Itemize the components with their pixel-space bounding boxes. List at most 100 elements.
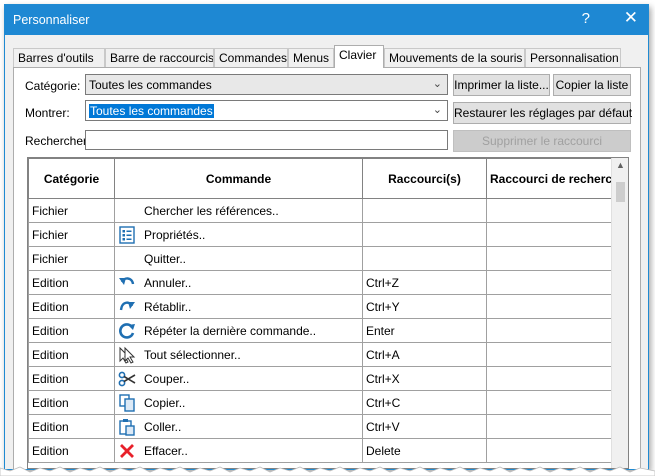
chevron-down-icon: ⌄ <box>432 78 442 90</box>
row-category: Edition <box>28 318 115 343</box>
row-category: Edition <box>28 294 115 319</box>
undo-icon <box>118 274 136 292</box>
table-row[interactable]: Edition Couper.. Ctrl+X <box>28 366 613 391</box>
row-command: Couper.. <box>144 371 190 386</box>
copy-icon <box>118 393 136 412</box>
row-search-shortcut[interactable] <box>486 390 613 415</box>
table-row[interactable]: Fichier Quitter.. <box>28 246 613 271</box>
row-shortcut[interactable]: Enter <box>362 318 487 343</box>
repeat-icon <box>118 322 136 340</box>
row-search-shortcut[interactable] <box>486 342 613 367</box>
row-command: Propriétés.. <box>144 227 206 242</box>
blank-icon <box>118 250 136 268</box>
row-shortcut[interactable]: Ctrl+C <box>362 390 487 415</box>
show-label: Montrer: <box>25 106 70 120</box>
table-row[interactable]: Fichier Chercher les références.. <box>28 198 613 223</box>
row-command: Chercher les références.. <box>144 203 279 218</box>
tab-commands[interactable]: Commandes <box>214 48 288 67</box>
blank-icon <box>118 202 136 220</box>
title-bar: Personnaliser ? ✕ <box>5 5 648 35</box>
header-shortcuts[interactable]: Raccourci(s) <box>362 158 487 199</box>
row-search-shortcut[interactable] <box>486 222 613 247</box>
row-command: Tout sélectionner.. <box>144 347 241 362</box>
table-row[interactable]: Edition Copier.. Ctrl+C <box>28 390 613 415</box>
row-category: Edition <box>28 366 115 391</box>
show-value: Toutes les commandes <box>89 104 214 118</box>
row-shortcut[interactable]: Ctrl+V <box>362 414 487 439</box>
delete-icon <box>118 442 136 460</box>
row-category: Edition <box>28 414 115 439</box>
row-shortcut[interactable]: Ctrl+Z <box>362 270 487 295</box>
tab-shortcut-bar[interactable]: Barre de raccourcis <box>105 48 214 67</box>
row-category: Edition <box>28 438 115 463</box>
vertical-scrollbar[interactable]: ▲ <box>611 158 628 468</box>
search-label: Rechercher: <box>25 134 91 148</box>
tab-customization[interactable]: Personnalisation <box>525 48 621 67</box>
header-category[interactable]: Catégorie <box>28 158 115 199</box>
row-search-shortcut[interactable] <box>486 270 613 295</box>
row-search-shortcut[interactable] <box>486 438 613 463</box>
scrollbar-thumb[interactable] <box>616 182 625 202</box>
row-shortcut[interactable] <box>362 222 487 247</box>
window-title: Personnaliser <box>13 13 90 27</box>
category-value: Toutes les commandes <box>89 78 212 92</box>
chevron-down-icon: ⌄ <box>432 104 442 116</box>
row-category: Fichier <box>28 246 115 271</box>
tab-keyboard[interactable]: Clavier <box>334 45 384 68</box>
row-search-shortcut[interactable] <box>486 294 613 319</box>
table-row[interactable]: Edition Répéter la dernière commande.. E… <box>28 318 613 343</box>
table-header-row: Catégorie Commande Raccourci(s) Raccourc… <box>28 158 613 199</box>
tab-toolbars[interactable]: Barres d'outils <box>13 48 105 67</box>
close-icon[interactable]: ✕ <box>624 8 638 28</box>
row-category: Edition <box>28 270 115 295</box>
customize-dialog: Personnaliser ? ✕ Barres d'outils Barre … <box>4 4 649 470</box>
row-search-shortcut[interactable] <box>486 318 613 343</box>
select-all-icon <box>118 346 136 364</box>
row-category: Fichier <box>28 198 115 223</box>
row-search-shortcut[interactable] <box>486 414 613 439</box>
table-row[interactable]: Edition Annuler.. Ctrl+Z <box>28 270 613 295</box>
tab-mouse-gestures[interactable]: Mouvements de la souris <box>384 48 525 67</box>
row-command: Copier.. <box>144 395 186 410</box>
paste-icon <box>118 418 136 436</box>
row-shortcut[interactable]: Ctrl+X <box>362 366 487 391</box>
row-shortcut[interactable]: Ctrl+A <box>362 342 487 367</box>
print-list-button[interactable]: Imprimer la liste... <box>453 74 550 96</box>
restore-defaults-button[interactable]: Restaurer les réglages par défaut <box>453 102 632 124</box>
table-row[interactable]: Edition Tout sélectionner.. Ctrl+A <box>28 342 613 367</box>
table-row[interactable]: Edition Effacer.. Delete <box>28 438 613 463</box>
row-category: Edition <box>28 342 115 367</box>
row-search-shortcut[interactable] <box>486 198 613 223</box>
copy-list-button[interactable]: Copier la liste <box>553 74 631 96</box>
row-command: Rétablir.. <box>144 299 192 314</box>
table-row[interactable]: Edition Rétablir.. Ctrl+Y <box>28 294 613 319</box>
show-dropdown[interactable]: Toutes les commandes ⌄ <box>85 100 448 121</box>
scroll-up-icon[interactable]: ▲ <box>612 160 628 170</box>
row-search-shortcut[interactable] <box>486 366 613 391</box>
row-shortcut[interactable]: Ctrl+Y <box>362 294 487 319</box>
scissors-icon <box>118 370 136 388</box>
search-input[interactable] <box>85 130 448 150</box>
row-command: Effacer.. <box>144 443 188 458</box>
properties-icon <box>118 225 136 244</box>
row-command: Répéter la dernière commande.. <box>144 323 317 338</box>
category-dropdown[interactable]: Toutes les commandes ⌄ <box>85 74 448 95</box>
row-shortcut[interactable]: Delete <box>362 438 487 463</box>
row-shortcut[interactable] <box>362 198 487 223</box>
row-search-shortcut[interactable] <box>486 246 613 271</box>
table-row[interactable]: Edition Coller.. Ctrl+V <box>28 414 613 439</box>
row-shortcut[interactable] <box>362 246 487 271</box>
redo-icon <box>118 298 136 316</box>
help-icon[interactable]: ? <box>582 10 590 27</box>
row-command: Quitter.. <box>144 251 187 266</box>
row-command: Coller.. <box>144 419 182 434</box>
shortcuts-table: Catégorie Commande Raccourci(s) Raccourc… <box>27 157 629 469</box>
row-category: Edition <box>28 390 115 415</box>
table-row[interactable]: Fichier Propriétés.. <box>28 222 613 247</box>
category-label: Catégorie: <box>25 79 81 93</box>
remove-shortcut-button[interactable]: Supprimer le raccourci <box>453 130 631 152</box>
header-search-shortcut[interactable]: Raccourci de recherche <box>486 158 613 199</box>
header-command[interactable]: Commande <box>114 158 363 199</box>
row-category: Fichier <box>28 222 115 247</box>
tab-menus[interactable]: Menus <box>288 48 334 67</box>
